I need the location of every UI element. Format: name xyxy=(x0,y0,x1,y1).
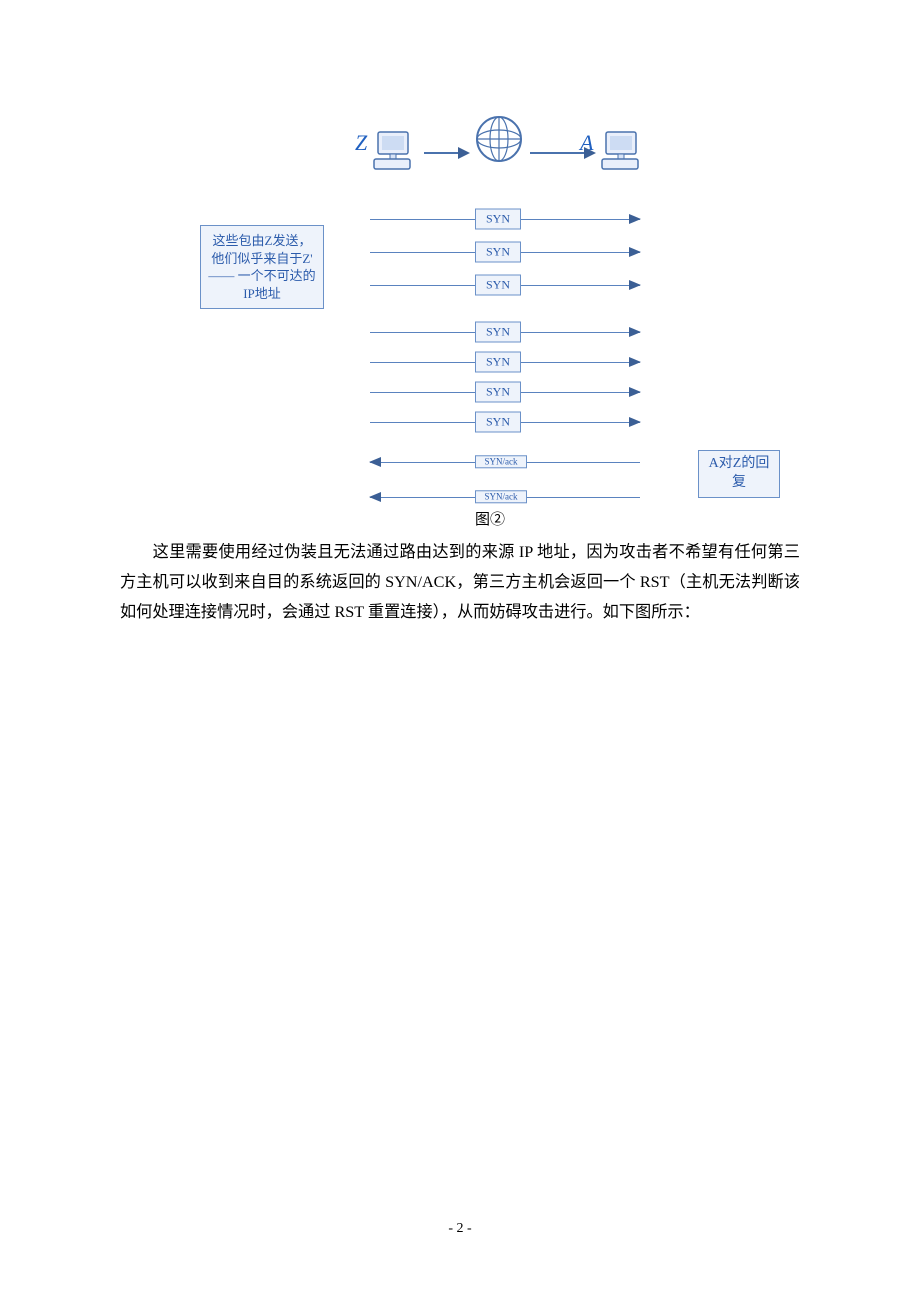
syn-box: SYN xyxy=(475,322,521,343)
syn-arrow-row: SYN xyxy=(370,350,640,374)
syn-arrow-row: SYN xyxy=(370,240,640,264)
internet-icon xyxy=(470,110,528,173)
figure-caption: 图② xyxy=(200,508,780,529)
syn-flood-diagram: Z A xyxy=(200,110,780,530)
computer-z-icon xyxy=(372,128,420,181)
synack-arrow-row: SYN/ack xyxy=(370,485,640,509)
syn-box: SYN xyxy=(475,412,521,433)
z-to-internet-arrow-icon xyxy=(424,145,470,166)
page-number: - 2 - xyxy=(0,1221,920,1237)
syn-box: SYN xyxy=(475,242,521,263)
paragraph-text: 这里需要使用经过伪装且无法通过路由达到的来源 IP 地址，因为攻击者不希望有任何… xyxy=(120,543,800,621)
note-source-spoof: 这些包由Z发送，他们似乎来自于Z' —— 一个不可达的IP地址 xyxy=(200,225,324,309)
computer-a-icon xyxy=(600,128,648,181)
syn-arrow-row: SYN xyxy=(370,320,640,344)
syn-arrow-row: SYN xyxy=(370,207,640,231)
syn-arrow-row: SYN xyxy=(370,273,640,297)
synack-box: SYN/ack xyxy=(475,455,527,468)
syn-box: SYN xyxy=(475,209,521,230)
synack-box: SYN/ack xyxy=(475,490,527,503)
internet-to-a-arrow-icon xyxy=(530,145,596,166)
syn-box: SYN xyxy=(475,352,521,373)
body-paragraph: 这里需要使用经过伪装且无法通过路由达到的来源 IP 地址，因为攻击者不希望有任何… xyxy=(120,538,800,628)
syn-box: SYN xyxy=(475,382,521,403)
syn-arrow-row: SYN xyxy=(370,380,640,404)
syn-box: SYN xyxy=(475,275,521,296)
note-reply: A对Z的回复 xyxy=(698,450,780,498)
synack-arrow-row: SYN/ack xyxy=(370,450,640,474)
syn-arrow-row: SYN xyxy=(370,410,640,434)
z-label: Z xyxy=(355,130,367,156)
